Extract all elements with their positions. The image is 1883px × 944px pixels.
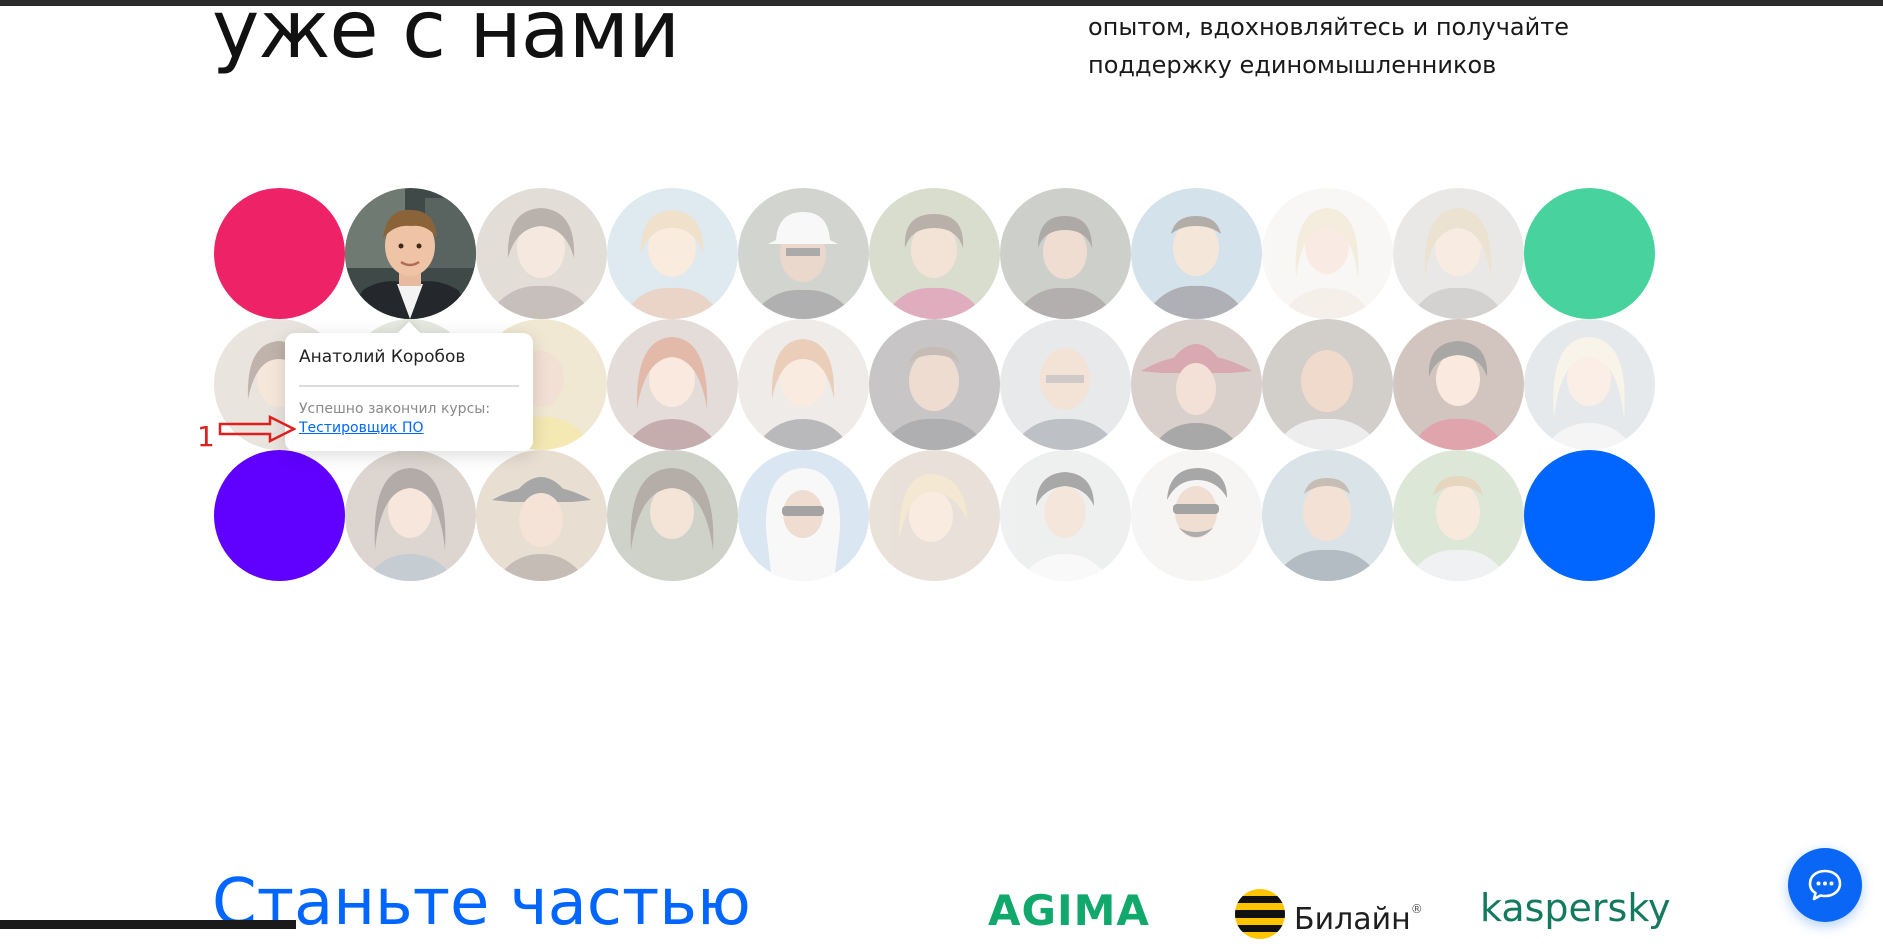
avatar-graduate-active[interactable] <box>345 188 476 319</box>
accent-circle-green <box>1524 188 1655 319</box>
partner-logo-kaspersky: kaspersky <box>1480 886 1671 930</box>
accent-circle-pink <box>214 188 345 319</box>
hero-subtext: опытом, вдохновляйтесь и получайте подде… <box>1088 8 1608 84</box>
partner-logo-agima: AGIMA <box>988 886 1150 935</box>
avatar-graduate[interactable] <box>738 188 869 319</box>
beeline-striped-ball-icon <box>1235 889 1285 939</box>
avatar-graduate[interactable] <box>1262 450 1393 581</box>
avatar-graduate[interactable] <box>869 450 1000 581</box>
avatar-graduate[interactable] <box>1000 188 1131 319</box>
avatar-graduate[interactable] <box>869 188 1000 319</box>
course-link[interactable]: Тестировщик ПО <box>299 420 424 436</box>
annotation-number: 1 <box>197 420 215 453</box>
hero-headline: уже с нами <box>212 0 680 76</box>
avatar-graduate[interactable] <box>738 450 869 581</box>
avatar-graduate[interactable] <box>738 319 869 450</box>
accent-circle-purple <box>214 450 345 581</box>
hero-subtext-line-1: опытом, вдохновляйтесь и получайте <box>1088 13 1569 41</box>
tooltip-divider <box>299 385 519 387</box>
graduate-tooltip: Анатолий Коробов Успешно закончил курсы:… <box>285 333 533 451</box>
beeline-wordmark: Билайн® <box>1294 902 1423 937</box>
avatar-graduate[interactable] <box>345 450 476 581</box>
chat-bubble-icon <box>1808 869 1842 901</box>
avatar-graduate[interactable] <box>869 319 1000 450</box>
avatar-graduate[interactable] <box>1262 188 1393 319</box>
avatar-graduate[interactable] <box>1000 450 1131 581</box>
graduate-name: Анатолий Коробов <box>299 347 466 367</box>
avatar-graduate[interactable] <box>1131 188 1262 319</box>
annotation-arrow-icon <box>218 415 296 443</box>
hero-subtext-line-2: поддержку единомышленников <box>1088 51 1497 79</box>
avatar-graduate[interactable] <box>1393 450 1524 581</box>
avatar-graduate[interactable] <box>1393 188 1524 319</box>
avatar-graduate[interactable] <box>1262 319 1393 450</box>
avatar-graduate[interactable] <box>1393 319 1524 450</box>
avatar-graduate[interactable] <box>1524 319 1655 450</box>
avatar-graduate[interactable] <box>1131 319 1262 450</box>
avatar-graduate[interactable] <box>607 319 738 450</box>
completed-courses-label: Успешно закончил курсы: <box>299 401 491 417</box>
browser-status-bar <box>0 920 296 929</box>
avatar-graduate[interactable] <box>1000 319 1131 450</box>
beeline-registered-mark: ® <box>1410 902 1423 916</box>
chat-button[interactable] <box>1788 848 1862 922</box>
avatar-graduate[interactable] <box>476 450 607 581</box>
avatar-graduate[interactable] <box>476 188 607 319</box>
accent-circle-blue <box>1524 450 1655 581</box>
beeline-wordmark-text: Билайн <box>1294 902 1411 937</box>
avatar-graduate[interactable] <box>607 450 738 581</box>
partner-logo-beeline: Билайн® <box>1234 888 1423 944</box>
avatar-graduate[interactable] <box>607 188 738 319</box>
avatar-graduate[interactable] <box>1131 450 1262 581</box>
